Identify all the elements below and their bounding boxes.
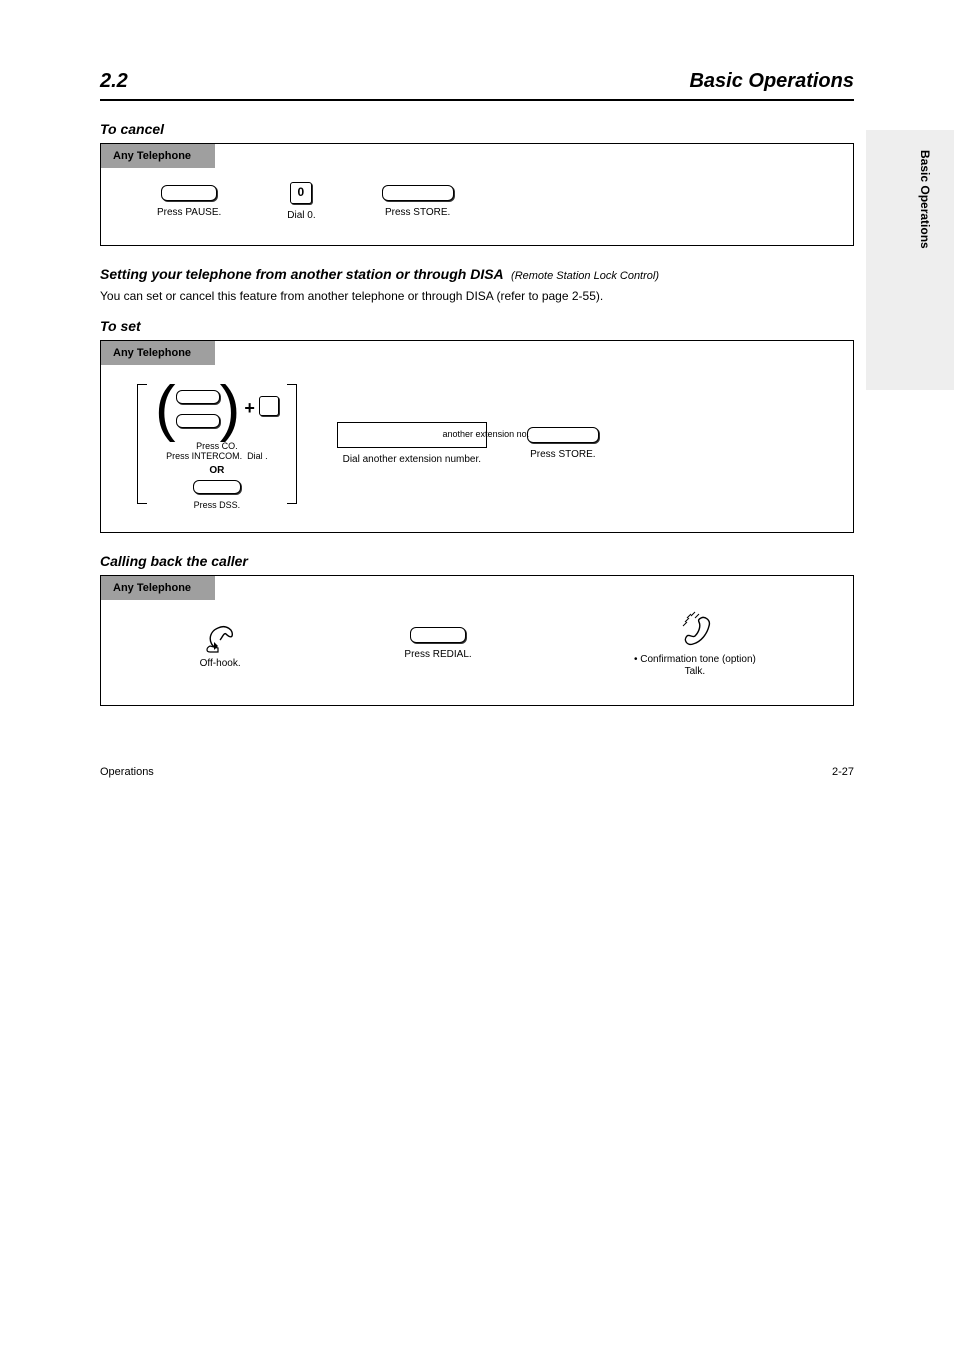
diagram-title: Any Telephone <box>101 341 215 365</box>
key-0[interactable]: 0 <box>290 182 312 204</box>
diagram-cancel: Any Telephone Press PAUSE. 0 Dial 0. Pre… <box>100 143 854 246</box>
step-talk: • Confirmation tone (option) Talk. <box>634 610 756 679</box>
step-pause: Press PAUSE. <box>157 185 221 220</box>
redial-button[interactable] <box>410 627 466 643</box>
star-key[interactable] <box>259 396 279 416</box>
step-label: Dial another extension number. <box>343 454 481 465</box>
store-button[interactable] <box>382 185 454 201</box>
offhook-icon <box>198 618 242 654</box>
step-label: Press PAUSE. <box>157 207 221 218</box>
side-tab-label: Basic Operations <box>918 150 932 249</box>
combo-group: ( ) + Press CO. Press INTERCOM. Dial . <box>137 379 297 510</box>
step-label: Talk. <box>685 666 706 677</box>
step-store: Press STORE. <box>382 185 454 220</box>
heading-callback: Calling back the caller <box>100 553 854 569</box>
heading-set: To set <box>100 318 854 334</box>
diagram-callback: Any Telephone Off-hook. Press REDIAL. <box>100 575 854 706</box>
diagram-title: Any Telephone <box>101 144 215 168</box>
step-label: Dial 0. <box>287 210 315 221</box>
extension-input[interactable]: another extension no. <box>337 422 487 448</box>
dss-button[interactable] <box>193 480 241 494</box>
step-extension: another extension no. Dial another exten… <box>337 422 487 467</box>
diagram-title: Any Telephone <box>101 576 215 600</box>
heading-remote: Setting your telephone from another stat… <box>100 266 854 282</box>
footer-left: Operations <box>100 766 154 778</box>
page-header: 2.2 Basic Operations <box>100 70 854 93</box>
step-redial: Press REDIAL. <box>404 627 471 662</box>
step-label: Press REDIAL. <box>404 649 471 660</box>
section-title: Basic Operations <box>689 70 854 93</box>
page-footer: Operations 2-27 <box>100 766 854 778</box>
step-label: Off-hook. <box>200 658 241 669</box>
step-offhook: Off-hook. <box>198 618 242 671</box>
section-number: 2.2 <box>100 70 128 93</box>
step-label: Press STORE. <box>385 207 450 218</box>
diagram-set: Any Telephone ( ) + <box>100 340 854 533</box>
step-tone: • Confirmation tone (option) <box>634 654 756 665</box>
header-rule <box>100 99 854 101</box>
pause-button[interactable] <box>161 185 217 201</box>
handset-icon <box>671 610 719 650</box>
co-button[interactable] <box>176 390 220 404</box>
heading-cancel: To cancel <box>100 121 854 137</box>
step-dial-0: 0 Dial 0. <box>287 182 315 223</box>
step-label: Press STORE. <box>530 449 595 460</box>
intercom-button[interactable] <box>176 414 220 428</box>
or-label: OR <box>155 465 279 476</box>
body-remote: You can set or cancel this feature from … <box>100 288 854 304</box>
footer-right: 2-27 <box>832 766 854 778</box>
side-tab: Basic Operations <box>866 130 954 390</box>
